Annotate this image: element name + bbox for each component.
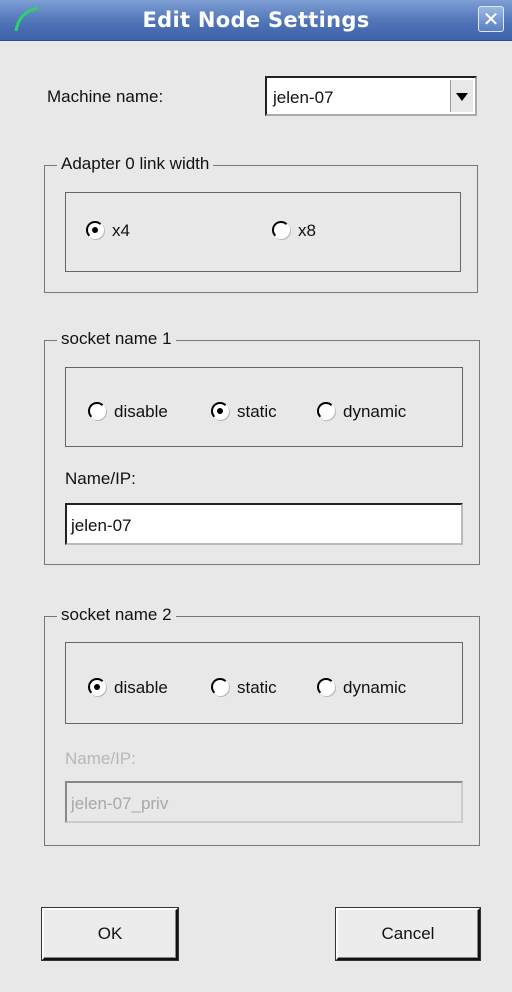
radio-x8-indicator [272,221,290,239]
socket-name-1-options: disable static dynamic [65,367,463,447]
socket2-name-ip-input: jelen-07_priv [65,781,463,823]
adapter-link-width-legend: Adapter 0 link width [57,154,214,174]
title-bar: Edit Node Settings ✕ [0,0,512,41]
machine-name-value: jelen-07 [273,88,334,107]
socket2-name-ip-value: jelen-07_priv [71,794,169,813]
socket2-disable-indicator [88,678,106,696]
socket1-disable-indicator [88,402,106,420]
socket2-disable-label: disable [114,678,168,697]
socket-name-2-group: socket name 2 disable static dynamic Nam… [44,605,480,846]
socket1-static-label: static [237,402,277,421]
socket1-name-ip-input[interactable]: jelen-07 [65,503,463,545]
socket1-name-ip-label: Name/IP: [65,469,136,488]
socket2-dynamic-label: dynamic [343,678,407,697]
socket2-static-indicator [211,678,229,696]
socket2-static-label: static [237,678,277,697]
close-icon[interactable]: ✕ [478,6,504,32]
chevron-down-icon[interactable] [450,80,473,112]
socket1-static-indicator [211,402,229,420]
machine-name-label: Machine name: [47,87,164,106]
adapter-link-width-group: Adapter 0 link width x4 x8 [44,154,478,293]
socket2-dynamic-indicator [317,678,335,696]
radio-x4-label: x4 [112,221,130,240]
socket-name-2-options: disable static dynamic [65,642,463,724]
ok-button[interactable]: OK [42,908,178,960]
socket-name-1-group: socket name 1 disable static dynamic Nam… [44,329,480,565]
socket1-dynamic-indicator [317,402,335,420]
socket1-disable-label: disable [114,402,168,421]
radio-x4-indicator [86,221,104,239]
radio-x8-label: x8 [298,221,316,240]
socket1-name-ip-value: jelen-07 [71,516,132,535]
machine-name-combobox[interactable]: jelen-07 [265,76,477,116]
window-title: Edit Node Settings [142,8,370,32]
socket2-name-ip-label: Name/IP: [65,749,136,768]
cancel-button[interactable]: Cancel [336,908,480,960]
socket1-dynamic-label: dynamic [343,402,407,421]
adapter-link-width-options: x4 x8 [65,192,461,272]
socket-name-1-legend: socket name 1 [57,329,176,349]
socket-name-2-legend: socket name 2 [57,605,176,625]
